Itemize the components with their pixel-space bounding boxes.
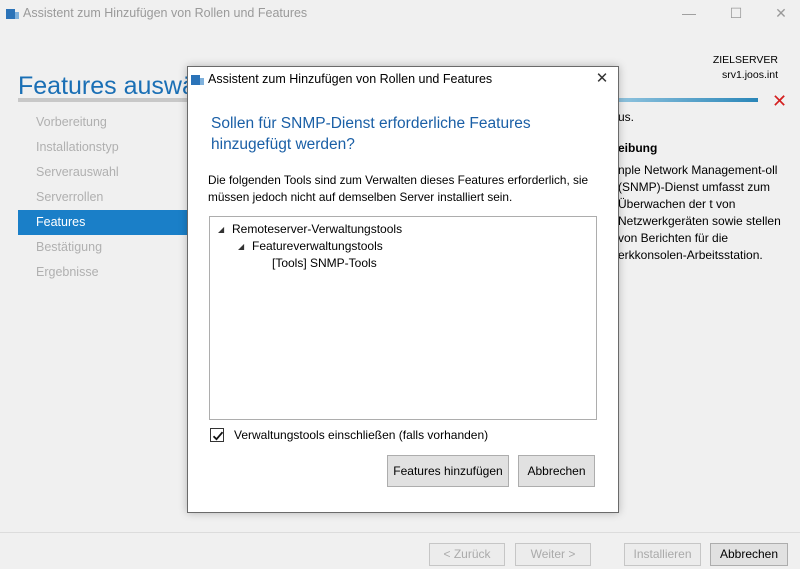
- add-features-dialog: Assistent zum Hinzufügen von Rollen und …: [187, 66, 619, 513]
- next-button[interactable]: Weiter >: [515, 543, 591, 566]
- nav-item-serverauswahl[interactable]: Serverauswahl: [18, 160, 188, 185]
- tree-item[interactable]: ◢ Remoteserver-Verwaltungstools: [218, 221, 402, 238]
- feature-description: us. eibung nple Network Management-oll (…: [618, 109, 798, 264]
- tree-item-label: [Tools] SNMP-Tools: [272, 256, 377, 270]
- add-features-button[interactable]: Features hinzufügen: [387, 455, 509, 487]
- description-intro: us.: [618, 110, 635, 124]
- tree-item[interactable]: ◢ Featureverwaltungstools: [238, 238, 383, 255]
- nav-item-ergebnisse[interactable]: Ergebnisse: [18, 260, 188, 285]
- nav-item-features[interactable]: Features: [18, 210, 188, 235]
- server-manager-icon: [191, 75, 204, 85]
- include-tools-option[interactable]: Verwaltungstools einschließen (falls vor…: [210, 426, 488, 444]
- dialog-description: Die folgenden Tools sind zum Verwalten d…: [208, 173, 589, 204]
- maximize-button[interactable]: ☐: [725, 4, 747, 22]
- dialog-title: Assistent zum Hinzufügen von Rollen und …: [208, 72, 493, 86]
- nav-item-installationstyp[interactable]: Installationstyp: [18, 135, 188, 160]
- target-server-name: srv1.joos.int: [721, 69, 778, 81]
- dialog-cancel-button[interactable]: Abbrechen: [518, 455, 595, 487]
- dialog-close-button[interactable]: ✕: [592, 69, 612, 89]
- dialog-heading: Sollen für SNMP-Dienst erforderliche Fea…: [211, 115, 531, 153]
- description-heading: eibung: [618, 141, 658, 155]
- minimize-button[interactable]: —: [678, 4, 700, 22]
- checkmark-icon: [212, 431, 224, 441]
- description-body: nple Network Management-oll (SNMP)-Diens…: [618, 163, 781, 262]
- tree-item[interactable]: [Tools] SNMP-Tools: [272, 255, 377, 272]
- include-tools-label: Verwaltungstools einschließen (falls vor…: [234, 428, 489, 442]
- expanded-arrow-icon[interactable]: ◢: [218, 221, 232, 238]
- cancel-wizard-button[interactable]: Abbrechen: [710, 543, 788, 566]
- window-titlebar: Assistent zum Hinzufügen von Rollen und …: [0, 0, 800, 28]
- nav-item-vorbereitung[interactable]: Vorbereitung: [18, 110, 188, 135]
- progress-indicator: [618, 98, 758, 102]
- tree-item-label: Remoteserver-Verwaltungstools: [232, 222, 403, 236]
- window-title: Assistent zum Hinzufügen von Rollen und …: [23, 6, 308, 20]
- nav-item-serverrollen[interactable]: Serverrollen: [18, 185, 188, 210]
- server-manager-icon: [6, 9, 19, 19]
- wizard-navigation: Vorbereitung Installationstyp Serverausw…: [18, 110, 188, 285]
- title-divider: [18, 98, 188, 102]
- tree-item-label: Featureverwaltungstools: [252, 239, 383, 253]
- expanded-arrow-icon[interactable]: ◢: [238, 238, 252, 255]
- nav-item-bestaetigung[interactable]: Bestätigung: [18, 235, 188, 260]
- required-features-tree[interactable]: ◢ Remoteserver-Verwaltungstools ◢ Featurev…: [209, 216, 597, 420]
- target-server-label: ZIELSERVER: [712, 54, 778, 66]
- install-button[interactable]: Installieren: [624, 543, 701, 566]
- close-window-button[interactable]: ✕: [770, 4, 792, 22]
- back-button[interactable]: < Zurück: [429, 543, 505, 566]
- target-server-info: ZIELSERVER srv1.joos.int: [713, 53, 778, 83]
- include-tools-checkbox[interactable]: [210, 428, 224, 442]
